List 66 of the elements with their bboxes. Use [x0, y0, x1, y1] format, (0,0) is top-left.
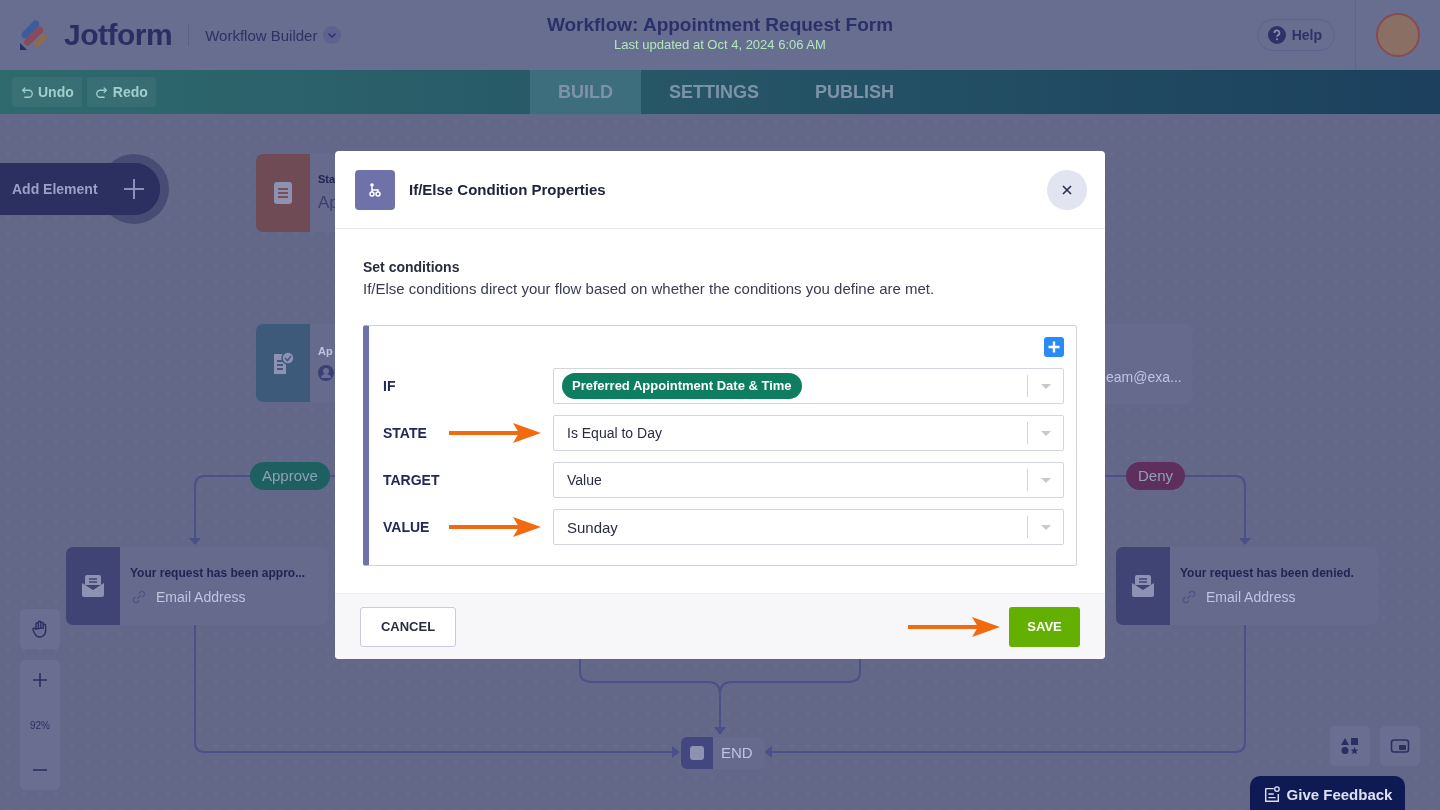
branch-label: Deny	[1126, 462, 1186, 490]
node-text: eam@exa...	[1106, 369, 1182, 385]
node-title: Sta	[318, 173, 337, 185]
caret-icon	[1039, 523, 1052, 531]
last-updated-text: Last updated at Oct 4, 2024 6:06 AM	[614, 37, 826, 52]
minimap-button[interactable]	[1380, 726, 1420, 766]
stop-icon	[689, 745, 705, 761]
dropdown-field[interactable]: Value	[553, 462, 1064, 498]
undo-icon	[20, 85, 34, 99]
envelope-icon	[1130, 573, 1156, 599]
give-feedback-button[interactable]: Give Feedback	[1250, 776, 1405, 810]
redo-icon	[94, 85, 109, 99]
cancel-button[interactable]: CANCEL	[360, 606, 456, 647]
user-icon	[318, 365, 334, 381]
section-description: If/Else conditions direct your flow based on whether the conditions you define are met.	[363, 280, 936, 297]
plus-icon	[122, 177, 146, 201]
minimap-icon	[1390, 736, 1410, 756]
help-icon	[1267, 26, 1286, 44]
add-condition-icon[interactable]	[1044, 337, 1064, 357]
zoom-level: 92%	[30, 719, 50, 731]
envelope-icon	[80, 573, 106, 599]
dropdown-field[interactable]: Preferred Appointment Date & Time	[553, 368, 1064, 404]
node-text: Email Address	[156, 589, 246, 605]
node-title: Your request has been denied.	[1180, 566, 1354, 580]
condition-label: IF	[383, 378, 397, 394]
end-label: END	[720, 743, 754, 763]
node-text: Email Address	[1206, 589, 1296, 605]
avatar[interactable]	[1376, 13, 1420, 57]
plus-icon	[32, 672, 48, 688]
logo-text: Jotform	[64, 18, 173, 52]
caret-icon	[1039, 429, 1052, 437]
dropdown-field[interactable]: Is Equal to Day	[553, 415, 1064, 451]
add-element-button[interactable]: Add Element	[0, 163, 160, 215]
logo-icon	[18, 19, 50, 51]
help-button[interactable]: Help	[1256, 19, 1335, 51]
node-title: Your request has been appro...	[130, 566, 306, 580]
caret-icon	[1039, 382, 1052, 390]
workflow-node[interactable]: Your request has been denied. Email Address	[1116, 547, 1378, 625]
branch-icon	[367, 181, 383, 198]
document-icon	[271, 181, 295, 205]
shapes-icon	[1340, 736, 1360, 756]
condition-label: TARGET	[383, 472, 441, 488]
close-icon	[1061, 183, 1073, 196]
section-heading: Set conditions	[363, 259, 461, 275]
tab[interactable]: SETTINGS	[641, 70, 787, 114]
field-tag: Preferred Appointment Date & Time	[562, 373, 802, 399]
workflow-node[interactable]: Your request has been appro... Email Address	[66, 547, 328, 625]
condition-label: STATE	[383, 425, 428, 441]
feedback-icon	[1262, 785, 1281, 803]
tab[interactable]: PUBLISH	[787, 70, 923, 114]
branch-label: Approve	[250, 462, 330, 490]
caret-icon	[1039, 476, 1052, 484]
workflow-title: Workflow: Appointment Request Form	[546, 14, 894, 36]
minus-icon	[32, 769, 48, 771]
save-button[interactable]: SAVE	[1009, 606, 1080, 647]
condition-label: VALUE	[383, 519, 431, 535]
chevron-down-icon	[323, 26, 342, 44]
pan-button[interactable]	[20, 609, 60, 649]
node-title: Ap	[318, 345, 334, 357]
tab[interactable]: BUILD	[530, 70, 641, 114]
product-menu[interactable]: Workflow Builder	[205, 26, 342, 44]
shapes-button[interactable]	[1330, 726, 1370, 766]
dialog-title: If/Else Condition Properties	[409, 181, 607, 198]
checked-document-icon	[271, 351, 295, 375]
text-input[interactable]: Sunday	[553, 509, 1064, 545]
close-button[interactable]	[1047, 169, 1087, 210]
